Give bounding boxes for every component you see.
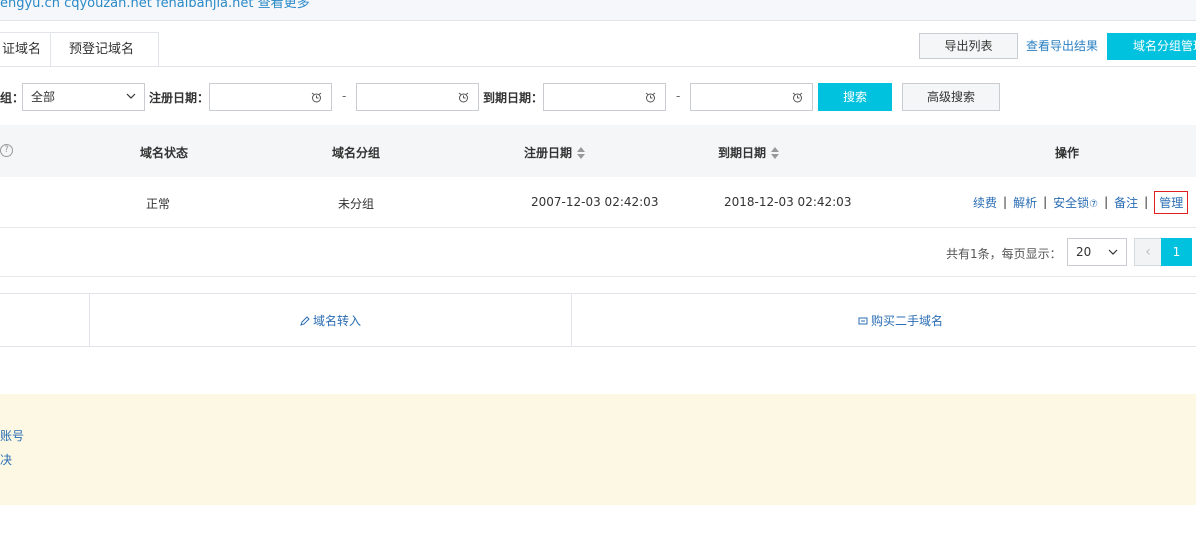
resolve-link[interactable]: 解析 xyxy=(1013,194,1037,211)
calendar-icon xyxy=(792,92,803,103)
tab-verified-domains[interactable]: 证域名 xyxy=(0,32,50,67)
group-select-value: 全部 xyxy=(31,90,56,104)
security-lock-link[interactable]: 安全锁⑦ xyxy=(1053,194,1098,211)
pencil-icon xyxy=(300,315,310,326)
buy-second-hand-label: 购买二手域名 xyxy=(871,314,944,328)
domain-tabs: 证域名 预登记域名 xyxy=(0,32,159,67)
table-header: ? 域名状态 域名分组 注册日期 到期日期 操作 xyxy=(0,125,1196,177)
action-cell-empty xyxy=(0,294,90,346)
header-status: 域名状态 xyxy=(140,146,189,160)
exp-date-end-input[interactable] xyxy=(690,83,813,111)
renew-link[interactable]: 续费 xyxy=(973,194,997,211)
reg-date-end-input[interactable] xyxy=(356,83,479,111)
buy-second-hand-link[interactable]: 购买二手域名 xyxy=(858,312,943,329)
domain-group-manage-button[interactable]: 域名分组管理 xyxy=(1107,33,1196,60)
exp-date-label: 到期日期： xyxy=(483,91,544,105)
question-icon: ⑦ xyxy=(1089,198,1099,210)
chevron-down-icon xyxy=(1108,249,1118,255)
action-separator: | xyxy=(1104,195,1109,209)
transfer-in-label: 域名转入 xyxy=(313,314,362,328)
calendar-icon xyxy=(311,92,322,103)
row-group: 未分组 xyxy=(338,197,375,211)
page-number-button[interactable]: 1 xyxy=(1161,238,1192,266)
header-exp-date-label: 到期日期 xyxy=(718,146,767,160)
search-button[interactable]: 搜索 xyxy=(818,83,892,111)
advanced-search-button[interactable]: 高级搜索 xyxy=(902,83,1000,111)
transfer-in-link[interactable]: 域名转入 xyxy=(300,312,361,329)
notice-line-2[interactable]: 决 xyxy=(0,451,12,468)
header-actions: 操作 xyxy=(1055,146,1080,160)
cart-icon xyxy=(858,317,868,324)
tabs-divider xyxy=(0,66,1196,67)
export-list-button[interactable]: 导出列表 xyxy=(919,33,1018,59)
sort-icon[interactable] xyxy=(576,146,586,160)
pager-summary: 共有1条，每页显示： xyxy=(946,247,1062,261)
chevron-down-icon xyxy=(126,93,136,99)
header-exp-date[interactable]: 到期日期 xyxy=(718,144,780,161)
row-reg-date: 2007-12-03 02:42:03 xyxy=(531,195,659,209)
header-reg-date-label: 注册日期 xyxy=(524,146,573,160)
reg-date-start-input[interactable] xyxy=(209,83,332,111)
table-row: 正常 未分组 2007-12-03 02:42:03 2018-12-03 02… xyxy=(0,177,1196,228)
notice-line-1[interactable]: 账号 xyxy=(0,427,24,444)
prev-page-button[interactable]: ‹ xyxy=(1134,238,1162,266)
bottom-action-bar: 域名转入 购买二手域名 xyxy=(0,293,1196,347)
tab-pre-registered-domains[interactable]: 预登记域名 xyxy=(50,32,159,67)
header-group: 域名分组 xyxy=(332,146,381,160)
group-select[interactable]: 全部 xyxy=(22,83,145,111)
top-domain-links[interactable]: engyu.cn cqyouzan.net fenaibanjia.net 查看… xyxy=(0,0,310,11)
exp-date-dash: - xyxy=(676,89,681,103)
row-status: 正常 xyxy=(146,197,171,211)
view-export-results-link[interactable]: 查看导出结果 xyxy=(1026,37,1098,54)
sort-icon[interactable] xyxy=(770,146,780,160)
action-separator: | xyxy=(1003,195,1008,209)
calendar-icon xyxy=(645,92,656,103)
notice-panel: 账号 决 xyxy=(0,394,1196,505)
action-cell-transfer: 域名转入 xyxy=(90,294,572,346)
action-separator: | xyxy=(1043,195,1048,209)
row-actions: 续费 | 解析 | 安全锁⑦ | 备注 | 管理 xyxy=(973,190,1189,214)
manage-link[interactable]: 管理 xyxy=(1154,190,1189,214)
calendar-icon xyxy=(458,92,469,103)
page-size-value: 20 xyxy=(1076,245,1092,259)
header-reg-date[interactable]: 注册日期 xyxy=(524,144,586,161)
reg-date-dash: - xyxy=(342,89,347,103)
reg-date-label: 注册日期： xyxy=(149,91,210,105)
pager-divider xyxy=(0,276,1196,277)
exp-date-start-input[interactable] xyxy=(543,83,666,111)
group-filter-label: 组： xyxy=(0,91,25,105)
security-lock-label: 安全锁 xyxy=(1053,195,1090,210)
page-size-select[interactable]: 20 xyxy=(1067,238,1127,266)
help-icon[interactable]: ? xyxy=(0,144,13,157)
row-exp-date: 2018-12-03 02:42:03 xyxy=(724,195,852,209)
action-separator: | xyxy=(1144,195,1149,209)
note-link[interactable]: 备注 xyxy=(1114,194,1138,211)
top-domain-links-bar: engyu.cn cqyouzan.net fenaibanjia.net 查看… xyxy=(0,0,1196,21)
